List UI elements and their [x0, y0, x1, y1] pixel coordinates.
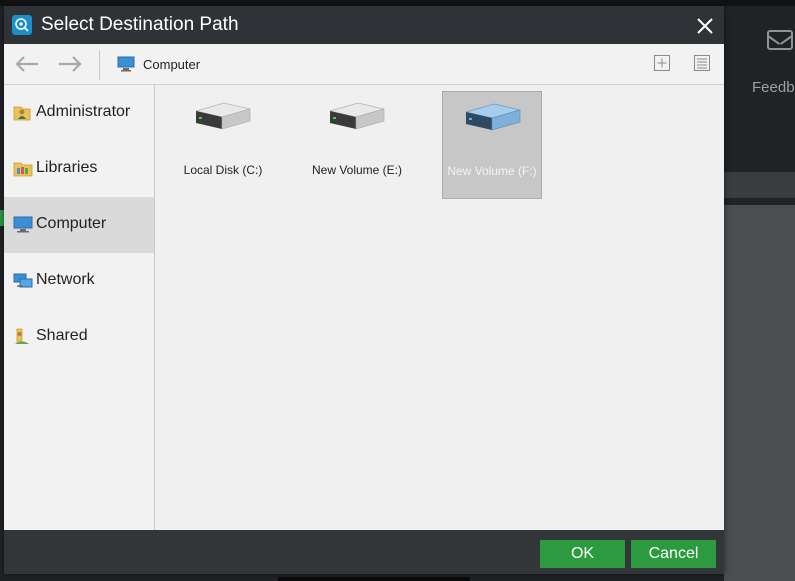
close-icon: [697, 18, 713, 34]
sidebar-item-label: Network: [36, 271, 95, 288]
new-folder-button[interactable]: [653, 54, 671, 72]
view-toggle-button[interactable]: [693, 54, 711, 72]
navigation-toolbar: Computer: [4, 44, 724, 85]
drive-item[interactable]: Local Disk (C:): [173, 91, 273, 199]
location-sidebar: Administrator Libraries Computer Network…: [4, 85, 155, 530]
mail-icon: [767, 30, 793, 50]
sidebar-item-label: Administrator: [36, 103, 131, 120]
sidebar-item-label: Shared: [36, 327, 88, 344]
sidebar-item-computer[interactable]: Computer: [4, 197, 154, 253]
current-path: Computer: [143, 57, 201, 72]
arrow-left-icon: [15, 56, 38, 72]
drive-item[interactable]: New Volume (E:): [307, 91, 407, 199]
computer-icon: [117, 56, 135, 72]
cancel-button[interactable]: Cancel: [631, 540, 716, 568]
shared-folder-icon: [13, 328, 33, 346]
hard-drive-icon: [465, 103, 521, 131]
libraries-icon: [13, 160, 33, 178]
background-bottom-bar: [278, 577, 470, 581]
sidebar-item-libraries[interactable]: Libraries: [4, 141, 154, 197]
dialog-titlebar: Select Destination Path: [4, 6, 724, 44]
computer-icon: [13, 216, 33, 234]
sidebar-item-shared[interactable]: Shared: [4, 309, 154, 365]
drive-label: Local Disk (C:): [183, 163, 263, 177]
app-logo-icon: [12, 15, 32, 35]
forward-button[interactable]: [55, 52, 85, 76]
drive-label: New Volume (E:): [311, 163, 403, 177]
dialog-footer: OK Cancel: [4, 530, 724, 574]
drive-list: Local Disk (C:) New Volume (E:) New Volu…: [155, 85, 724, 530]
hard-drive-icon: [195, 102, 251, 130]
plus-box-icon: [654, 55, 670, 71]
user-folder-icon: [13, 104, 33, 122]
background-bar: [724, 172, 795, 198]
drive-label: New Volume (F:): [447, 164, 537, 178]
background-panel: [724, 205, 795, 581]
hard-drive-icon: [329, 102, 385, 130]
network-icon: [13, 272, 33, 290]
ok-button[interactable]: OK: [540, 540, 625, 568]
back-button[interactable]: [12, 52, 42, 76]
toolbar-divider: [99, 50, 100, 80]
feedback-button[interactable]: Feedb: [740, 24, 795, 104]
feedback-label: Feedb: [752, 79, 795, 96]
list-view-icon: [694, 55, 710, 71]
select-destination-dialog: Select Destination Path Computer Adminis…: [4, 6, 724, 574]
sidebar-item-network[interactable]: Network: [4, 253, 154, 309]
sidebar-item-administrator[interactable]: Administrator: [4, 85, 154, 141]
sidebar-item-label: Libraries: [36, 159, 98, 176]
dialog-title: Select Destination Path: [41, 14, 239, 35]
arrow-right-icon: [59, 56, 82, 72]
drive-item-selected[interactable]: New Volume (F:): [442, 91, 542, 199]
sidebar-item-label: Computer: [36, 215, 107, 232]
close-button[interactable]: [692, 13, 718, 39]
